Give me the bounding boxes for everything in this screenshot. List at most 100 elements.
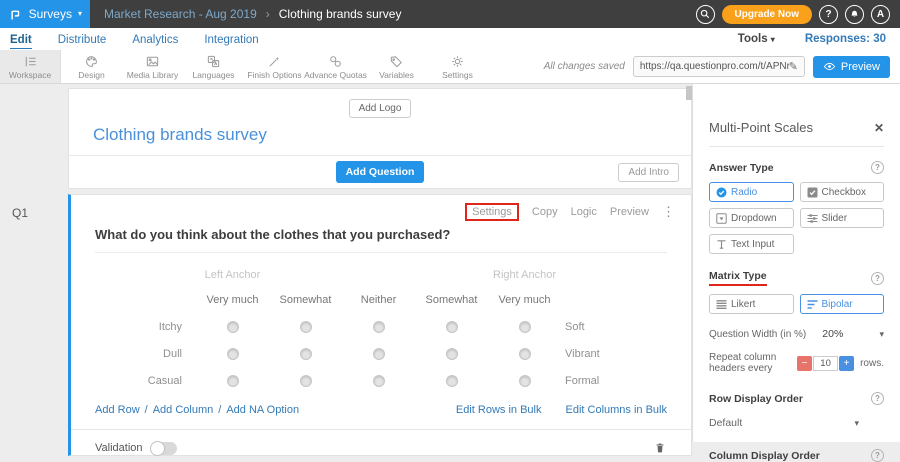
checkbox-icon <box>807 187 818 198</box>
main-content: Q1 Add Logo Clothing brands survey Add Q… <box>0 84 900 442</box>
upgrade-now-button[interactable]: Upgrade Now <box>722 5 812 24</box>
help-icon[interactable]: ? <box>871 272 884 285</box>
close-icon[interactable]: ✕ <box>874 121 884 135</box>
tools-dropdown[interactable]: Tools ▾ <box>738 33 775 45</box>
matrix-radio[interactable] <box>519 375 531 387</box>
tool-advance-quotas[interactable]: Advance Quotas <box>305 50 366 83</box>
delete-question-button[interactable] <box>653 441 667 455</box>
breadcrumb-folder[interactable]: Market Research - Aug 2019 <box>104 7 257 21</box>
question-action-logic[interactable]: Logic <box>571 206 597 218</box>
repeat-headers-label: Repeat column headers every <box>709 352 791 374</box>
matrix-radio[interactable] <box>373 348 385 360</box>
matrix-radio[interactable] <box>446 321 458 333</box>
matrix-type-label: Matrix Type <box>709 270 767 286</box>
help-button[interactable]: ? <box>819 5 838 24</box>
preview-button[interactable]: Preview <box>813 56 890 78</box>
answer-type-text-input[interactable]: Text Input <box>709 234 794 254</box>
repeat-headers-stepper: − 10 + <box>797 356 854 371</box>
matrix-radio[interactable] <box>519 321 531 333</box>
slider-icon <box>807 213 818 224</box>
validation-toggle[interactable] <box>151 442 177 455</box>
answer-type-slider[interactable]: Slider <box>800 208 885 228</box>
matrix-radio[interactable] <box>300 348 312 360</box>
more-options-icon[interactable]: ⋮ <box>662 204 675 220</box>
matrix-footer-links: Add Row / Add Column / Add NA Option Edi… <box>95 404 667 416</box>
menu-item-integration[interactable]: Integration <box>191 32 271 47</box>
avatar[interactable]: A <box>871 5 890 24</box>
question-action-preview[interactable]: Preview <box>610 206 649 218</box>
answer-type-radio[interactable]: Radio <box>709 182 794 202</box>
matrix-type-bipolar[interactable]: Bipolar <box>800 294 885 314</box>
chevron-down-icon[interactable]: ▾ <box>879 329 884 340</box>
repeat-headers-value[interactable]: 10 <box>813 356 838 371</box>
edit-url-icon[interactable]: ✎ <box>789 60 798 73</box>
matrix-radio[interactable] <box>446 348 458 360</box>
increment-button[interactable]: + <box>839 356 854 371</box>
matrix-radio[interactable] <box>373 321 385 333</box>
row-display-order-label: Row Display Order <box>709 393 803 405</box>
edit-toolbar: Workspace Design Media Library Languages… <box>0 50 900 84</box>
tool-label: Settings <box>442 70 473 80</box>
matrix-radio[interactable] <box>300 321 312 333</box>
help-icon[interactable]: ? <box>871 392 884 405</box>
question-footer: Validation <box>95 441 667 455</box>
question-id-gutter: Q1 <box>0 84 68 442</box>
tool-label: Media Library <box>127 70 179 80</box>
add-intro-button[interactable]: Add Intro <box>618 163 679 182</box>
tool-design[interactable]: Design <box>61 50 122 83</box>
add-question-button[interactable]: Add Question <box>336 161 425 183</box>
add-na-option-link[interactable]: Add NA Option <box>226 404 299 416</box>
menu-item-edit[interactable]: Edit <box>10 32 45 47</box>
chevron-down-icon: ▾ <box>854 418 859 429</box>
add-logo-button[interactable]: Add Logo <box>349 99 412 118</box>
menu-item-distribute[interactable]: Distribute <box>45 32 120 47</box>
answer-type-dropdown[interactable]: Dropdown <box>709 208 794 228</box>
menu-item-analytics[interactable]: Analytics <box>119 32 191 47</box>
product-menu[interactable]: Surveys ▾ <box>0 0 90 28</box>
matrix-radio[interactable] <box>227 321 239 333</box>
question-width-value[interactable]: 20% <box>822 328 843 340</box>
matrix-row-left-label: Itchy <box>95 313 196 340</box>
responses-count-link[interactable]: Responses: 30 <box>805 33 886 45</box>
tool-workspace[interactable]: Workspace <box>0 50 61 83</box>
question-actions: Settings Copy Logic Preview ⋮ <box>71 195 691 221</box>
help-icon[interactable]: ? <box>871 161 884 174</box>
tool-finish-options[interactable]: Finish Options <box>244 50 305 83</box>
add-row-link[interactable]: Add Row <box>95 404 140 416</box>
help-icon[interactable]: ? <box>871 449 884 462</box>
text-input-icon <box>716 239 727 250</box>
question-width-setting: Question Width (in %) 20% ▾ <box>709 328 884 340</box>
matrix-radio[interactable] <box>446 375 458 387</box>
wand-icon <box>267 54 282 69</box>
answer-type-checkbox[interactable]: Checkbox <box>800 182 885 202</box>
matrix-column-header: Neither <box>342 287 415 313</box>
survey-title[interactable]: Clothing brands survey <box>93 125 691 145</box>
matrix-type-likert[interactable]: Likert <box>709 294 794 314</box>
survey-canvas: Add Logo Clothing brands survey Add Ques… <box>68 84 692 442</box>
notifications-button[interactable] <box>845 5 864 24</box>
row-display-order-select[interactable]: Default ▾ <box>709 417 859 429</box>
answer-type-options: Radio Checkbox Dropdown Slider Text Inpu… <box>709 182 884 254</box>
matrix-radio[interactable] <box>300 375 312 387</box>
matrix-radio[interactable] <box>373 375 385 387</box>
tool-settings[interactable]: Settings <box>427 50 488 83</box>
question-action-settings[interactable]: Settings <box>465 203 519 221</box>
matrix-radio[interactable] <box>519 348 531 360</box>
edit-rows-in-bulk-link[interactable]: Edit Rows in Bulk <box>456 404 542 416</box>
translate-icon <box>206 54 221 69</box>
matrix-radio[interactable] <box>227 348 239 360</box>
tool-variables[interactable]: Variables <box>366 50 427 83</box>
decrement-button[interactable]: − <box>797 356 812 371</box>
survey-header-card: Add Logo Clothing brands survey Add Ques… <box>68 88 692 189</box>
tag-icon <box>389 54 404 69</box>
share-url-field[interactable]: https://qa.questionpro.com/t/APNrFZfQ ✎ <box>633 56 805 77</box>
tool-languages[interactable]: Languages <box>183 50 244 83</box>
add-column-link[interactable]: Add Column <box>153 404 214 416</box>
tool-media-library[interactable]: Media Library <box>122 50 183 83</box>
matrix-radio[interactable] <box>227 375 239 387</box>
question-text[interactable]: What do you think about the clothes that… <box>95 227 667 253</box>
scrollbar-thumb[interactable] <box>686 86 692 100</box>
search-button[interactable] <box>696 5 715 24</box>
question-action-copy[interactable]: Copy <box>532 206 558 218</box>
edit-columns-in-bulk-link[interactable]: Edit Columns in Bulk <box>566 404 668 416</box>
